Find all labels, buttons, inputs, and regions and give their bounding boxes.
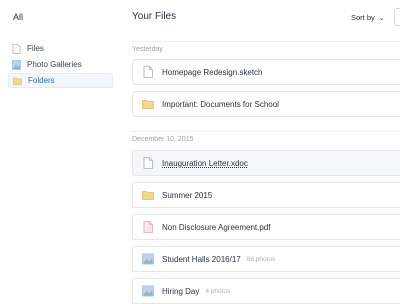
file-icon [12,43,21,54]
row-name: Inauguration Letter.xdoc [162,158,248,168]
folder-row[interactable]: Important: Documents for School [132,91,400,117]
sidebar: All Files Photo Galleries Folders [0,0,122,300]
page-title: Your Files [132,11,177,22]
chevron-down-icon: ⌄ [378,14,385,22]
sidebar-item-photo-galleries[interactable]: Photo Galleries [8,57,113,72]
pdf-icon [143,221,153,233]
divider [132,41,400,42]
folder-icon [13,77,22,85]
file-row[interactable]: Homepage Redesign.sketch [132,59,400,85]
row-name: Important: Documents for School [162,99,279,109]
folder-row[interactable]: Summer 2015 [132,182,400,208]
group-label: December 10, 2015 [132,136,194,143]
row-name: Hiring Day [162,286,200,296]
gallery-row[interactable]: Student Halls 2016/17 86 photos [132,246,400,272]
sidebar-item-label: Folders [28,76,55,85]
file-icon [143,66,153,78]
photo-count: 86 photos [246,255,276,263]
sidebar-all-filter[interactable]: All [13,12,23,22]
row-name: Homepage Redesign.sketch [162,67,263,77]
image-icon [142,285,154,297]
sidebar-item-files[interactable]: Files [8,41,113,56]
sidebar-item-label: Files [27,44,44,53]
row-name: Summer 2015 [162,190,213,200]
view-toggle-button[interactable] [394,8,400,26]
photo-count: 4 photos [205,287,231,295]
sort-by-label: Sort by [351,13,375,22]
divider [132,131,400,132]
sort-by-dropdown[interactable]: Sort by ⌄ [351,13,385,22]
image-icon [142,253,154,265]
main-content: Your Files Sort by ⌄ Yesterday Homepage … [122,0,400,304]
image-icon [12,59,21,70]
group-label: Yesterday [132,46,163,53]
folder-icon [142,100,154,109]
file-row[interactable]: Inauguration Letter.xdoc [132,150,400,176]
row-name: Non Disclosure Agreement.pdf [162,222,271,232]
folder-icon [142,191,154,200]
sidebar-item-label: Photo Galleries [27,60,82,69]
file-row[interactable]: Non Disclosure Agreement.pdf [132,214,400,240]
gallery-row[interactable]: Hiring Day 4 photos [132,278,400,304]
sidebar-item-folders[interactable]: Folders [8,73,113,88]
file-icon [143,157,153,169]
row-name: Student Halls 2016/17 [162,254,241,264]
